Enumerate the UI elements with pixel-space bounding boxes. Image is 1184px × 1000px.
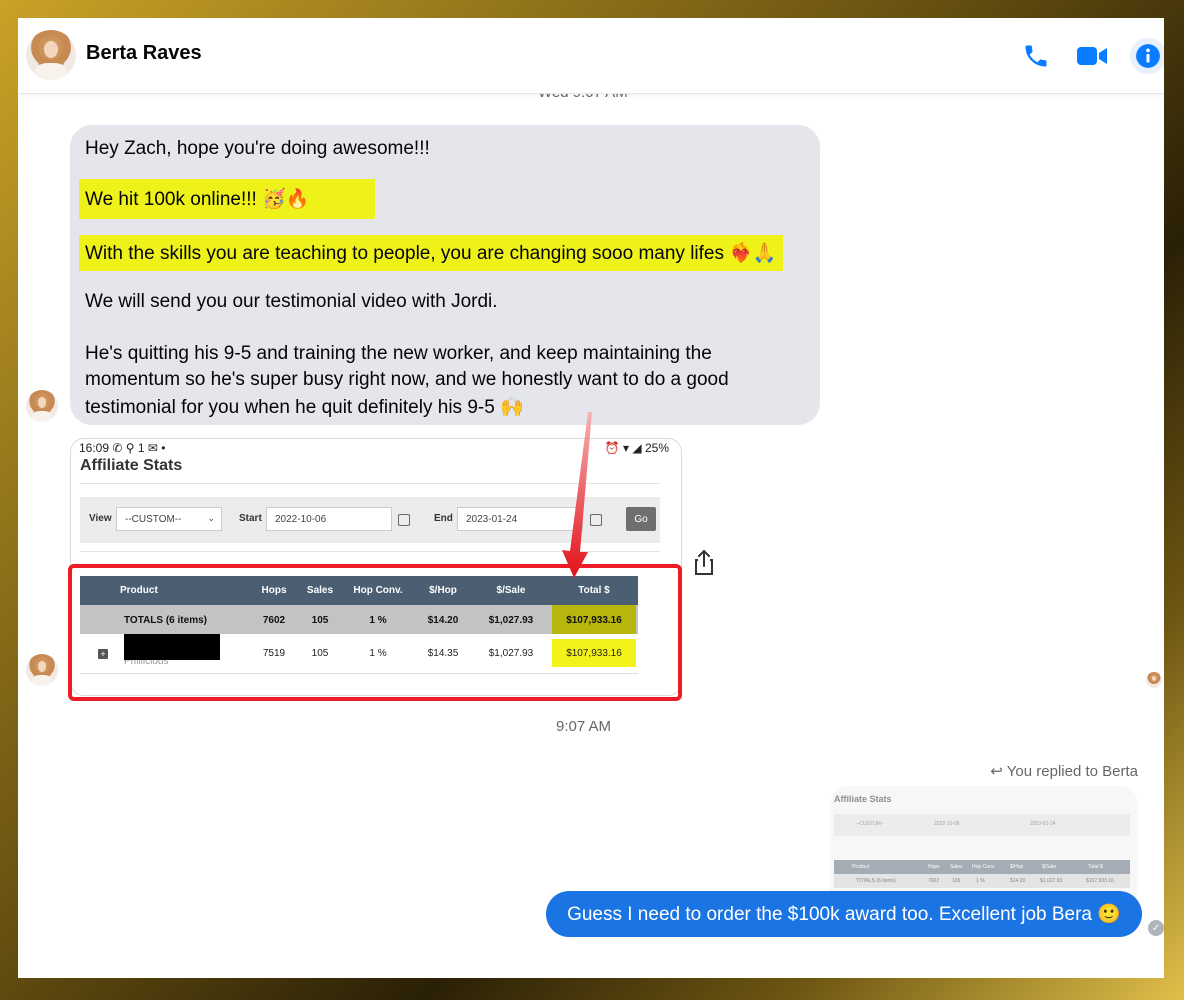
highlighted-message-line: With the skills you are teaching to peop… [79,235,783,271]
sender-avatar[interactable] [26,390,58,422]
thumb-col: Hops [928,864,940,870]
contact-avatar[interactable] [26,30,76,80]
start-label: Start [239,513,262,524]
chat-header: Berta Raves [18,18,1164,94]
view-label: View [89,513,112,524]
thumb-start-value: 2022-10-06 [934,821,960,827]
view-select-value: --CUSTOM-- [125,514,182,525]
thumb-col: Sales [950,864,963,870]
table-cell: $14.35 [427,648,459,659]
table-cell: TOTALS (6 items) [124,615,207,626]
thumb-cell: 7602 [928,878,940,884]
start-date-value: 2022-10-06 [275,514,327,525]
table-cell: 7519 [262,648,286,659]
thumb-cell: $14.20 [1010,878,1026,884]
incoming-message-bubble[interactable]: Hey Zach, hope you're doing awesome!!! W… [70,125,820,425]
table-cell: $1,027.93 [488,648,534,659]
messenger-window: Berta Raves Wed 9:07 AM Hey Zach, hope y… [18,18,1164,978]
info-icon[interactable] [1130,38,1164,74]
table-cell: $1,027.93 [488,615,534,626]
thumb-cell: 105 [952,878,961,884]
thumb-end-value: 2023-01-24 [1030,821,1056,827]
reply-label: ↩ You replied to Berta [990,762,1138,780]
thumb-title: Affiliate Stats [834,794,892,804]
expand-icon[interactable]: + [98,649,108,659]
phone-status-bar: 16:09 ✆ ⚲ 1 ✉ • [79,441,166,455]
thumb-cell: $107,933.16 [1086,878,1114,884]
table-cell: 1 % [369,615,387,626]
thumb-view-value: --CUSTOM-- [856,821,885,827]
sender-avatar[interactable] [26,654,58,686]
table-cell: 1 % [369,648,387,659]
column-header: Total $ [578,585,610,596]
thumb-col: $/Sale [1042,864,1057,870]
column-header: $/Hop [429,585,457,596]
table-header-row: Product Hops Sales Hop Conv. $/Hop $/Sal… [80,576,638,605]
seen-avatar [1146,672,1162,688]
highlighted-message-line: We hit 100k online!!! 🥳🔥 [79,179,376,219]
column-header: $/Sale [496,585,526,596]
calendar-icon[interactable] [398,514,410,526]
message-line: He's quitting his 9-5 and training the n… [85,343,712,364]
thumb-col: $/Hop [1010,864,1024,870]
thumb-col: Hop Conv. [972,864,996,870]
thumb-cell: TOTALS (6 items) [856,878,896,884]
affiliate-stats-title: Affiliate Stats [80,457,183,474]
total-value-cell: $107,933.16 [566,648,622,659]
table-cell: 105 [311,615,329,626]
totals-row: TOTALS (6 items) 7602 105 1 % $14.20 $1,… [80,605,638,634]
middle-timestamp: 9:07 AM [556,718,612,735]
message-line: momentum so he's super busy right now, a… [85,369,729,390]
end-date-value: 2023-01-24 [466,514,518,525]
column-header: Sales [306,585,334,596]
column-header: Hop Conv. [353,585,403,596]
thumb-col: Total $ [1088,864,1103,870]
video-camera-icon[interactable] [1074,38,1110,74]
chevron-down-icon: ⌄ [207,513,215,523]
message-line: testimonial for you when he quit definit… [85,397,524,418]
total-value-cell: $107,933.16 [566,615,622,626]
start-date-input[interactable]: 2022-10-06 [266,507,392,531]
thumb-cell: 1 % [976,878,985,884]
red-arrow-annotation [562,412,592,578]
product-row[interactable]: + Phlilicious 7519 105 1 % $14.35 $1,027… [80,634,638,674]
view-select[interactable]: --CUSTOM-- ⌄ [116,507,222,531]
replied-image-thumbnail[interactable]: Affiliate Stats --CUSTOM-- 2022-10-06 20… [830,786,1138,906]
highlighted-stats-table: Product Hops Sales Hop Conv. $/Hop $/Sal… [68,564,682,701]
message-line: Hey Zach, hope you're doing awesome!!! [85,138,430,159]
redaction-box [124,634,220,660]
reply-arrow-icon: ↩ [990,763,1003,780]
table-cell: 7602 [262,615,286,626]
sent-check-icon: ✓ [1148,920,1164,936]
outgoing-message-bubble[interactable]: Guess I need to order the $100k award to… [546,891,1142,937]
contact-name[interactable]: Berta Raves [86,42,202,65]
phone-icon[interactable] [1018,38,1054,74]
table-cell: $14.20 [427,615,459,626]
share-icon[interactable] [692,549,716,582]
thumb-totals-row: TOTALS (6 items) 7602 105 1 % $14.20 $1,… [834,874,1130,888]
end-label: End [434,513,453,524]
reply-label-text: You replied to Berta [1006,763,1138,780]
thumb-col: Product [852,864,870,870]
table-cell: 105 [311,648,329,659]
thumb-cell: $1,027.93 [1040,878,1063,884]
thumb-filter-bar: --CUSTOM-- 2022-10-06 2023-01-24 [834,814,1130,836]
column-header: Hops [261,585,287,596]
go-button[interactable]: Go [626,507,656,531]
phone-status-right: ⏰ ▾ ◢ 25% [604,441,669,455]
message-line: We will send you our testimonial video w… [85,291,498,312]
column-header: Product [120,585,158,596]
thumb-table-header: Product Hops Sales Hop Conv. $/Hop $/Sal… [834,860,1130,874]
